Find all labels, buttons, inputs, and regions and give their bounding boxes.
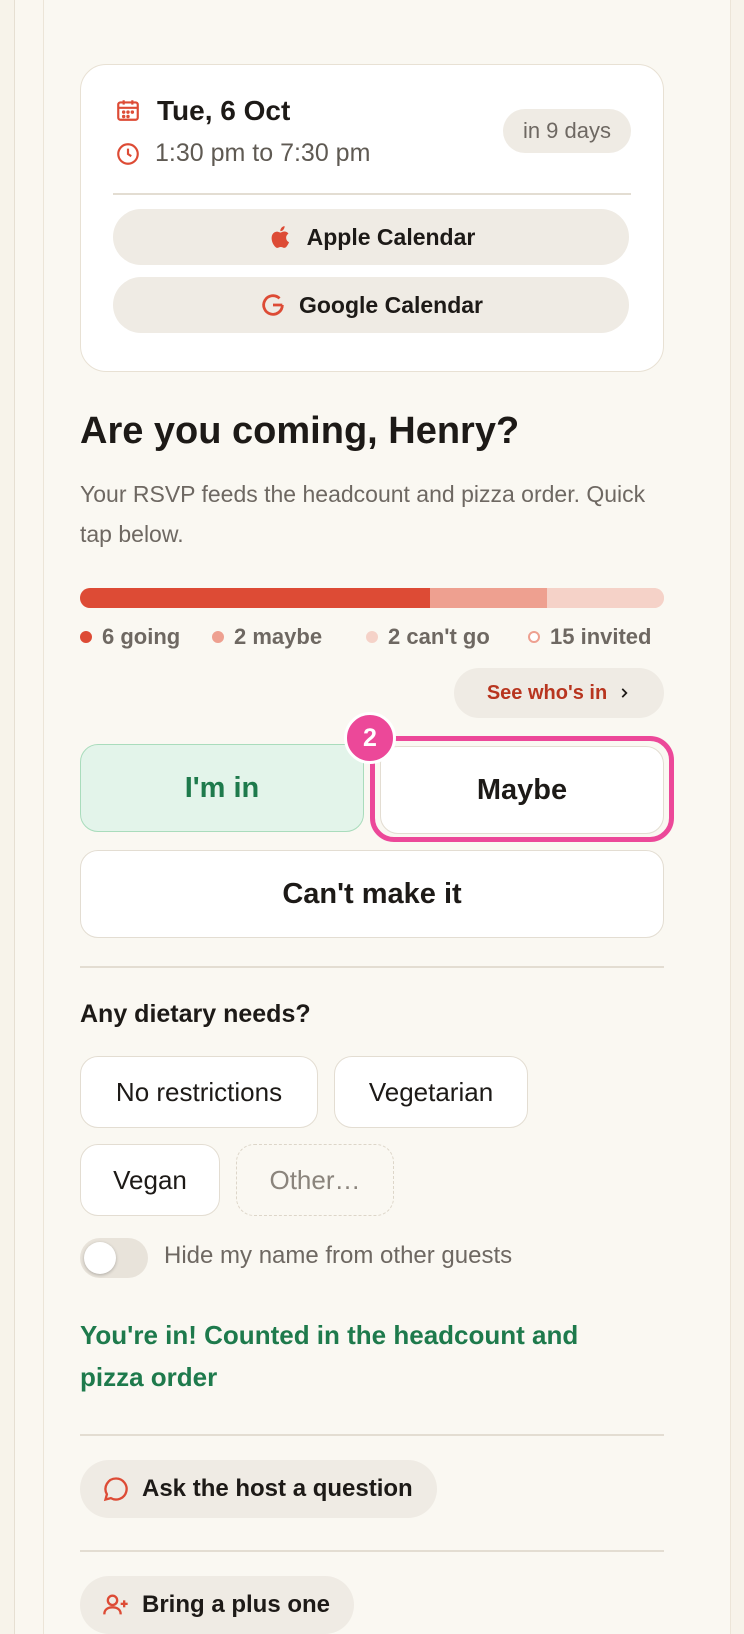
calendar-icon — [117, 100, 139, 121]
step-badge: 2 — [344, 712, 396, 764]
event-time: 1:30 pm to 7:30 pm — [155, 139, 371, 167]
event-date-card: Tue, 6 Oct 1:30 pm to 7:30 pm in 9 days … — [80, 64, 664, 372]
chat-bubble-icon — [103, 1477, 128, 1502]
add-person-icon — [103, 1594, 128, 1615]
google-icon — [262, 294, 284, 316]
legend-going: 6 going — [80, 622, 180, 652]
headcount-maybe-segment — [430, 588, 548, 608]
headcount-cant-segment — [547, 588, 664, 608]
legend-cant: 2 can't go — [366, 622, 490, 652]
event-date: Tue, 6 Oct — [157, 95, 291, 126]
see-whos-in-label: See who's in — [486, 681, 608, 704]
diet-chip-no-restrictions[interactable]: No restrictions — [80, 1056, 318, 1128]
maybe-highlight-ring — [370, 736, 674, 842]
rsvp-heading: Are you coming, Henry? — [80, 410, 520, 452]
going-dot-icon — [80, 631, 92, 643]
google-calendar-label: Google Calendar — [298, 291, 484, 318]
legend-going-label: 6 going — [102, 624, 181, 649]
legend-invited: 15 invited — [528, 622, 651, 652]
countdown-badge: in 9 days — [502, 109, 631, 153]
hide-name-toggle[interactable] — [80, 1238, 148, 1278]
section-divider — [80, 1550, 664, 1552]
plus-one-button[interactable]: Bring a plus one — [80, 1576, 355, 1634]
apple-icon — [271, 226, 289, 248]
apple-calendar-label: Apple Calendar — [306, 223, 476, 250]
see-whos-in-button[interactable]: See who's in — [454, 668, 664, 718]
cant-make-it-button[interactable]: Can't make it — [80, 850, 664, 938]
diet-chip-other[interactable]: Other… — [236, 1144, 394, 1216]
google-calendar-button[interactable]: Google Calendar — [113, 277, 629, 333]
maybe-dot-icon — [212, 631, 224, 643]
plus-one-label: Bring a plus one — [142, 1591, 331, 1618]
confirmation-message: You're in! Counted in the headcount and … — [80, 1320, 579, 1392]
dietary-label: Any dietary needs? — [80, 1000, 311, 1028]
section-divider — [80, 966, 664, 968]
legend-cant-label: 2 can't go — [388, 624, 490, 649]
headcount-going-segment — [80, 588, 431, 608]
card-divider — [113, 193, 631, 195]
invited-dot-icon — [528, 631, 540, 643]
apple-calendar-button[interactable]: Apple Calendar — [113, 209, 629, 265]
toggle-knob — [84, 1242, 116, 1274]
ask-host-button[interactable]: Ask the host a question — [80, 1460, 437, 1518]
chevron-right-icon — [621, 688, 628, 698]
cant-dot-icon — [366, 631, 378, 643]
legend-maybe-label: 2 maybe — [234, 624, 323, 649]
diet-chip-vegetarian[interactable]: Vegetarian — [334, 1056, 528, 1128]
diet-chip-vegan[interactable]: Vegan — [80, 1144, 220, 1216]
headcount-bar — [80, 588, 664, 608]
legend-maybe: 2 maybe — [212, 622, 322, 652]
hide-name-label: Hide my name from other guests — [164, 1242, 513, 1269]
im-in-button[interactable]: I'm in — [80, 744, 364, 832]
section-divider — [80, 1434, 664, 1436]
clock-icon — [117, 143, 139, 165]
ask-host-label: Ask the host a question — [142, 1475, 413, 1502]
rsvp-subtext: Your RSVP feeds the headcount and pizza … — [80, 481, 646, 547]
legend-invited-label: 15 invited — [550, 624, 652, 649]
